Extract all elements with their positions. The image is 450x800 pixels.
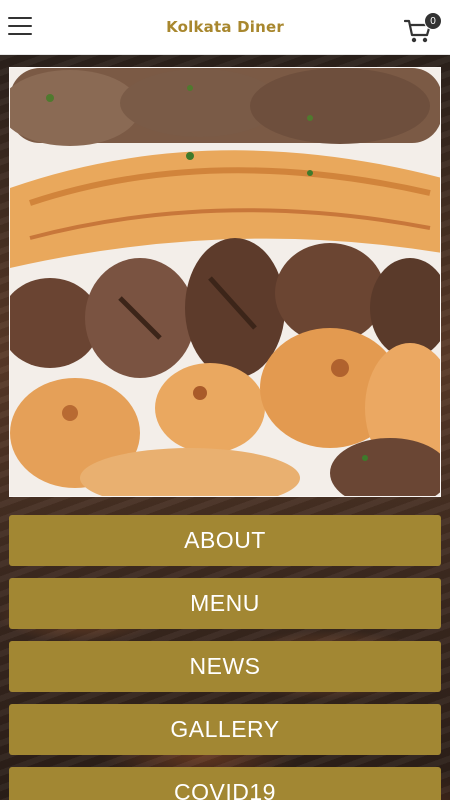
menu-button[interactable]: MENU [9,578,441,629]
hero-food-image [10,68,440,496]
main-nav: ABOUT MENU NEWS GALLERY COVID19 [9,515,441,800]
cart-count-badge: 0 [424,12,442,30]
app-title: Kolkata Diner [166,18,284,36]
hamburger-menu-icon[interactable] [8,17,32,37]
about-button[interactable]: ABOUT [9,515,441,566]
hero-slider[interactable] [9,67,441,497]
covid19-button[interactable]: COVID19 [9,767,441,800]
gallery-button[interactable]: GALLERY [9,704,441,755]
app-header: Kolkata Diner 0 [0,0,450,55]
news-button[interactable]: NEWS [9,641,441,692]
cart-button[interactable]: 0 [404,12,442,46]
